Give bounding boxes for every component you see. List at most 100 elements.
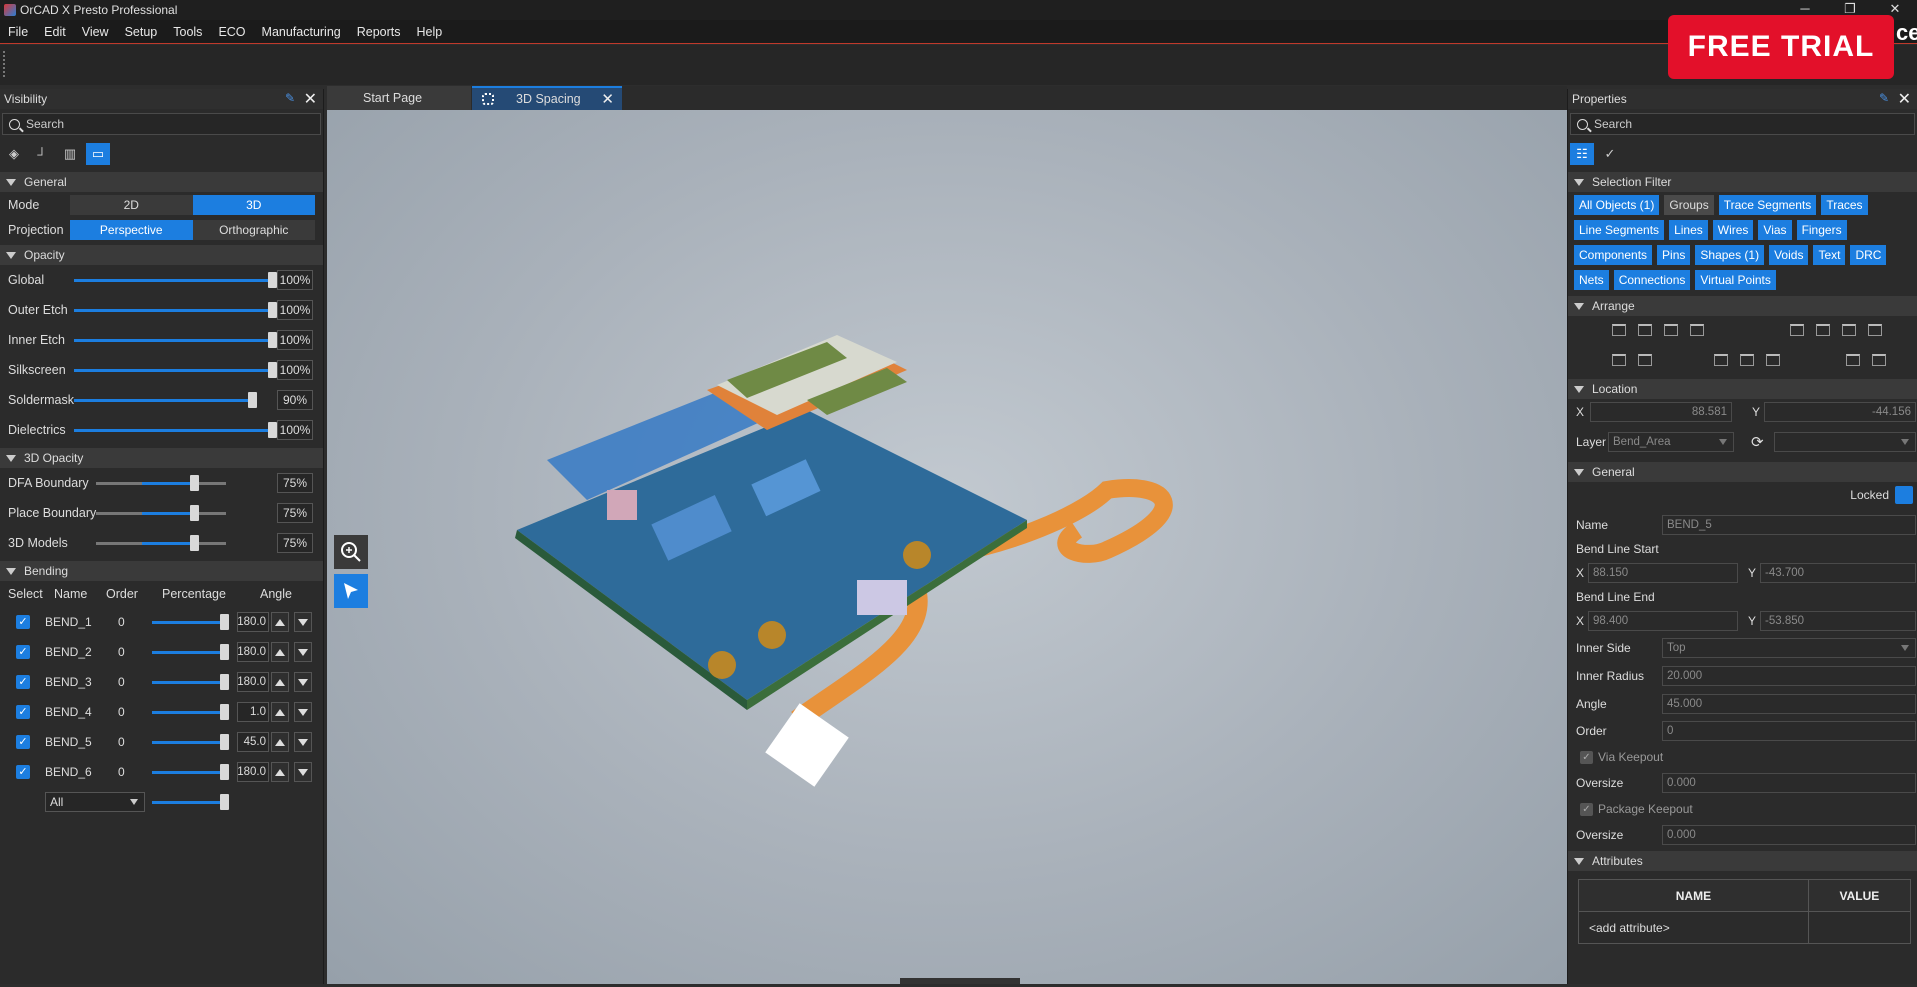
routing-icon[interactable]: ┘	[30, 143, 54, 165]
location-y-field[interactable]: -44.156	[1764, 402, 1916, 422]
opacity-value[interactable]: 100%	[277, 330, 313, 350]
bend-percentage-thumb[interactable]	[220, 644, 229, 660]
mode-3d-button[interactable]: 3D	[192, 194, 315, 215]
align-middle-icon[interactable]	[1638, 324, 1652, 336]
bend-angle-field[interactable]: 180.0	[237, 672, 269, 692]
ungroup-icon[interactable]	[1872, 354, 1886, 366]
menu-view[interactable]: View	[74, 25, 117, 39]
filter-chip[interactable]: Text	[1813, 245, 1846, 265]
bend-percentage-slider[interactable]	[152, 651, 224, 654]
pin-icon[interactable]: ✎	[285, 91, 295, 105]
opacity-section-header[interactable]: Opacity	[0, 245, 323, 265]
bend-select-checkbox[interactable]: ✓	[16, 765, 30, 779]
angle-icon[interactable]	[1638, 354, 1652, 366]
align-right-icon[interactable]	[1842, 324, 1856, 336]
filter-chip[interactable]: Connections	[1613, 270, 1691, 290]
bend-angle-field[interactable]: 45.0	[237, 732, 269, 752]
selection-filter-header[interactable]: Selection Filter	[1568, 172, 1917, 192]
bend-percentage-thumb[interactable]	[220, 614, 229, 630]
bend-start-y-field[interactable]: -43.700	[1760, 563, 1916, 583]
filter-sliders-icon[interactable]: ☷	[1570, 143, 1594, 165]
oversize-field-2[interactable]: 0.000	[1662, 825, 1916, 845]
menu-file[interactable]: File	[0, 25, 36, 39]
angle-increment-button[interactable]	[271, 642, 289, 662]
opacity-slider-thumb[interactable]	[268, 332, 277, 348]
opacity-value[interactable]: 100%	[277, 270, 313, 290]
layer-secondary-select[interactable]	[1774, 432, 1916, 452]
angle-increment-button[interactable]	[271, 672, 289, 692]
opacity-slider-thumb[interactable]	[268, 272, 277, 288]
opacity-slider-thumb[interactable]	[248, 392, 258, 408]
bend-select-checkbox[interactable]: ✓	[16, 735, 30, 749]
menu-eco[interactable]: ECO	[210, 25, 253, 39]
bending-section-header[interactable]: Bending	[0, 561, 323, 581]
filter-chip[interactable]: Shapes (1)	[1695, 245, 1765, 265]
bend-start-x-field[interactable]: 88.150	[1588, 563, 1738, 583]
flip-icon[interactable]	[1740, 354, 1754, 366]
bend-angle-field[interactable]: 180.0	[237, 762, 269, 782]
select-cursor-icon[interactable]	[334, 574, 368, 608]
component-icon[interactable]: ▥	[58, 143, 82, 165]
angle-decrement-button[interactable]	[294, 642, 312, 662]
filter-chip[interactable]: DRC	[1850, 245, 1887, 265]
opacity-3d-slider[interactable]	[141, 542, 194, 545]
location-x-field[interactable]: 88.581	[1590, 402, 1732, 422]
filter-chip[interactable]: Virtual Points	[1695, 270, 1776, 290]
angle-increment-button[interactable]	[271, 732, 289, 752]
bend-select-checkbox[interactable]: ✓	[16, 645, 30, 659]
bend-select-checkbox[interactable]: ✓	[16, 705, 30, 719]
bend-percentage-slider[interactable]	[152, 621, 224, 624]
opacity-slider-thumb[interactable]	[268, 422, 277, 438]
angle-increment-button[interactable]	[271, 702, 289, 722]
via-keepout-checkbox[interactable]: ✓	[1580, 750, 1593, 764]
general-props-header[interactable]: General	[1568, 462, 1917, 482]
route-icon[interactable]	[1766, 354, 1780, 366]
filter-chip[interactable]: Vias	[1758, 220, 1792, 240]
opacity-3d-slider-thumb[interactable]	[189, 505, 199, 521]
bend-select-checkbox[interactable]: ✓	[16, 615, 30, 629]
perspective-button[interactable]: Perspective	[70, 219, 193, 240]
distribute-vertical-icon[interactable]	[1868, 324, 1882, 336]
order-field[interactable]: 0	[1662, 721, 1916, 741]
layer-select[interactable]: Bend_Area	[1608, 432, 1734, 452]
free-trial-banner[interactable]: FREE TRIAL	[1668, 15, 1894, 79]
close-tab-icon[interactable]: ✕	[601, 90, 614, 108]
align-center-icon[interactable]	[1816, 324, 1830, 336]
lock-icon[interactable]	[1895, 486, 1913, 504]
add-attribute-cell[interactable]: <add attribute>	[1578, 911, 1809, 944]
clipboard-check-icon[interactable]: ✓	[1598, 143, 1622, 165]
mirror-icon[interactable]	[1714, 354, 1728, 366]
angle-decrement-button[interactable]	[294, 762, 312, 782]
opacity-slider-thumb[interactable]	[268, 302, 277, 318]
angle-decrement-button[interactable]	[294, 732, 312, 752]
mode-2d-button[interactable]: 2D	[70, 194, 193, 215]
bend-end-y-field[interactable]: -53.850	[1760, 611, 1916, 631]
location-header[interactable]: Location	[1568, 379, 1917, 399]
opacity-3d-section-header[interactable]: 3D Opacity	[0, 448, 323, 468]
bend-percentage-thumb[interactable]	[220, 674, 229, 690]
opacity-3d-slider[interactable]	[141, 512, 194, 515]
menu-edit[interactable]: Edit	[36, 25, 74, 39]
display-icon[interactable]: ▭	[86, 143, 110, 165]
filter-chip[interactable]: Lines	[1669, 220, 1708, 240]
menu-help[interactable]: Help	[409, 25, 451, 39]
toolbar-grip[interactable]	[3, 51, 5, 77]
bend-select-checkbox[interactable]: ✓	[16, 675, 30, 689]
opacity-slider[interactable]	[74, 369, 272, 372]
opacity-value[interactable]: 100%	[277, 300, 313, 320]
filter-chip[interactable]: All Objects (1)	[1574, 195, 1660, 215]
angle-field[interactable]: 45.000	[1662, 694, 1916, 714]
opacity-3d-value[interactable]: 75%	[277, 533, 313, 553]
filter-chip[interactable]: Groups	[1664, 195, 1714, 215]
align-bottom-icon[interactable]	[1664, 324, 1678, 336]
filter-chip[interactable]: Trace Segments	[1718, 195, 1817, 215]
opacity-slider[interactable]	[74, 399, 253, 402]
properties-search-input[interactable]: Search	[1570, 113, 1915, 135]
inner-side-select[interactable]: Top	[1662, 638, 1916, 658]
tab-start-page[interactable]: Start Page	[327, 86, 471, 110]
tab-3d-spacing[interactable]: 3D Spacing ✕	[472, 86, 622, 110]
close-icon[interactable]: ✕	[304, 89, 317, 109]
name-field[interactable]: BEND_5	[1662, 515, 1916, 535]
opacity-3d-slider-thumb[interactable]	[189, 475, 199, 491]
3d-viewport[interactable]	[327, 110, 1567, 984]
